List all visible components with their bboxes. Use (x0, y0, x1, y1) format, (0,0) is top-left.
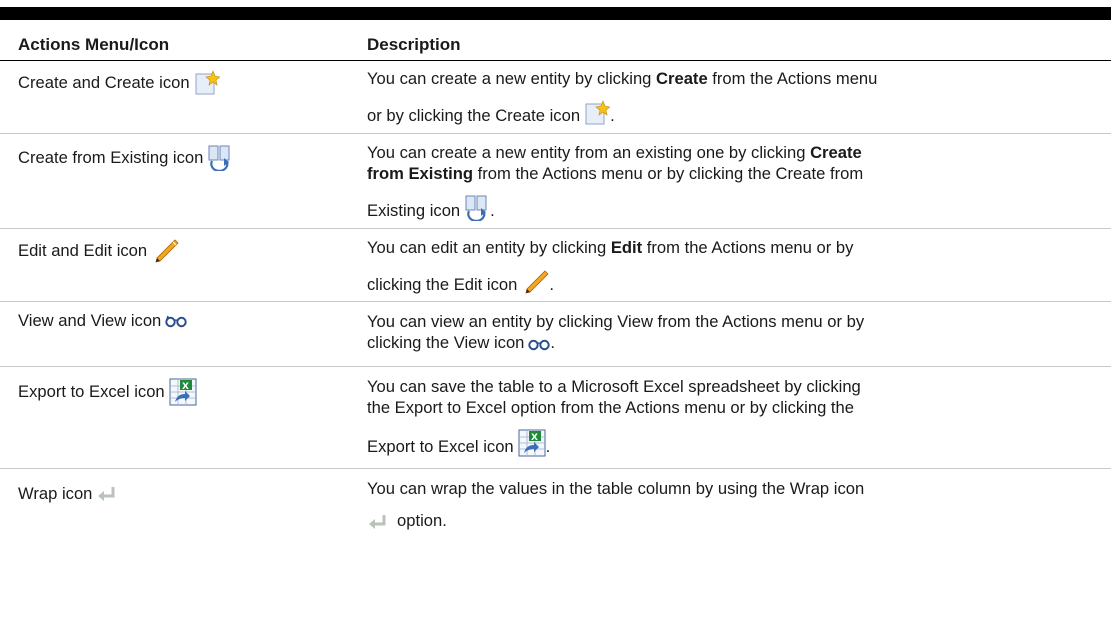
create-icon (194, 70, 220, 96)
description-cell: You can view an entity by clicking View … (367, 312, 865, 352)
description-cell: You can create a new entity from an exis… (367, 143, 864, 221)
ui-term: from Existing (367, 164, 474, 183)
action-label: Create from Existing icon (18, 148, 204, 167)
table-row-wrap: Wrap icon You can wrap the values in the… (0, 470, 1111, 550)
action-label: Export to Excel icon (18, 382, 165, 401)
view-glasses-icon (165, 314, 187, 328)
view-glasses-icon (528, 337, 551, 351)
export-excel-icon: X (169, 378, 197, 406)
header-action: Actions Menu/Icon (18, 35, 170, 54)
action-label: Edit and Edit icon (18, 241, 148, 260)
table-row-create: Create and Create icon You can create a … (0, 62, 1111, 134)
action-cell: Wrap icon (18, 484, 118, 504)
description-cell: You can edit an entity by clicking Edit … (367, 238, 854, 295)
header-description: Description (367, 35, 461, 54)
edit-pencil-icon (521, 269, 549, 295)
description-cell: You can save the table to a Microsoft Ex… (367, 377, 861, 457)
action-cell: Create from Existing icon (18, 145, 233, 171)
edit-pencil-icon (151, 238, 179, 264)
description-cell: You can create a new entity by clicking … (367, 69, 878, 126)
top-rule (0, 7, 1111, 20)
svg-text:X: X (182, 382, 189, 392)
export-excel-icon: X (518, 429, 546, 457)
action-label: View and View icon (18, 311, 162, 330)
action-cell: Edit and Edit icon (18, 238, 179, 264)
action-cell: View and View icon (18, 311, 187, 331)
action-cell: Export to Excel icon X (18, 378, 197, 406)
table-row-create-from-existing: Create from Existing icon You can create… (0, 135, 1111, 229)
action-cell: Create and Create icon (18, 70, 220, 96)
create-from-existing-icon (464, 195, 490, 221)
ui-term: Create (810, 143, 862, 162)
action-label: Create and Create icon (18, 73, 190, 92)
wrap-arrow-icon (96, 485, 118, 503)
svg-text:X: X (531, 433, 538, 443)
ui-term: Create (656, 69, 708, 88)
table-row-edit: Edit and Edit icon You can edit an entit… (0, 230, 1111, 302)
description-cell: You can wrap the values in the table col… (367, 479, 865, 531)
table-header: Actions Menu/Icon Description (0, 20, 1111, 61)
action-label: Wrap icon (18, 484, 93, 503)
table-row-view: View and View icon You can view an entit… (0, 303, 1111, 367)
table-row-export-excel: Export to Excel icon X You can save the … (0, 368, 1111, 469)
wrap-arrow-icon (367, 513, 389, 531)
create-from-existing-icon (207, 145, 233, 171)
ui-term: Edit (610, 238, 643, 257)
create-icon (584, 100, 611, 126)
